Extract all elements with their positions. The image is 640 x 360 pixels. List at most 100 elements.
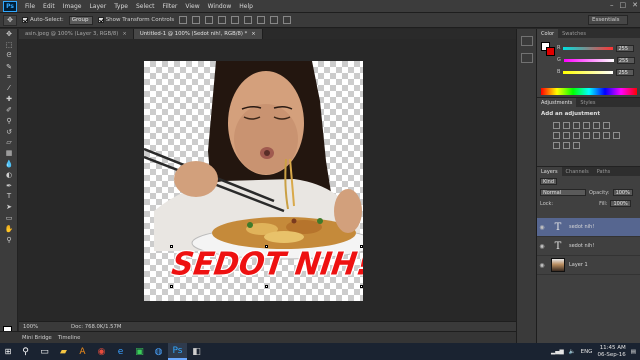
zoom-tool-icon[interactable]: ⚲: [0, 234, 18, 245]
properties-panel-icon[interactable]: [520, 53, 533, 63]
green-slider[interactable]: G 255: [557, 56, 637, 64]
lasso-tool-icon[interactable]: ᘓ: [0, 51, 18, 62]
transform-handle[interactable]: [360, 245, 363, 248]
eyedropper-tool-icon[interactable]: ⁄: [0, 83, 18, 94]
eye-icon[interactable]: ◉: [537, 243, 547, 250]
distribute-icon[interactable]: [270, 16, 279, 24]
clone-stamp-tool-icon[interactable]: ⚲: [0, 115, 18, 126]
color-lookup-icon[interactable]: [593, 132, 600, 139]
menu-select[interactable]: Select: [132, 3, 159, 10]
volume-icon[interactable]: 🔈: [569, 349, 576, 355]
dodge-tool-icon[interactable]: ◐: [0, 169, 18, 180]
distribute-icon[interactable]: [257, 16, 266, 24]
auto-select-dropdown[interactable]: Group: [68, 15, 93, 25]
transform-handle[interactable]: [265, 285, 268, 288]
workspace-dropdown[interactable]: Essentials: [588, 15, 628, 25]
menu-edit[interactable]: Edit: [39, 3, 59, 10]
tab-paths[interactable]: Paths: [593, 167, 615, 176]
quick-select-tool-icon[interactable]: ✎: [0, 61, 18, 72]
tab-adjustments[interactable]: Adjustments: [537, 98, 577, 107]
channel-mixer-icon[interactable]: [583, 132, 590, 139]
type-tool-icon[interactable]: T: [0, 191, 18, 202]
exposure-icon[interactable]: [583, 122, 590, 129]
hand-tool-icon[interactable]: ✋: [0, 223, 18, 234]
tab-mini-bridge[interactable]: Mini Bridge: [22, 335, 52, 341]
task-view-icon[interactable]: ▭: [35, 343, 54, 360]
eye-icon[interactable]: ◉: [537, 262, 547, 269]
path-select-tool-icon[interactable]: ➤: [0, 202, 18, 213]
close-icon[interactable]: ×: [251, 31, 255, 37]
hue-saturation-icon[interactable]: [603, 122, 610, 129]
eye-icon[interactable]: ◉: [537, 224, 547, 231]
align-middle-icon[interactable]: [192, 16, 201, 24]
posterize-icon[interactable]: [613, 132, 620, 139]
slider-value[interactable]: 255: [616, 44, 635, 52]
search-icon[interactable]: ⚲: [16, 343, 35, 360]
menu-filter[interactable]: Filter: [159, 3, 182, 10]
tab-swatches[interactable]: Swatches: [558, 29, 590, 38]
curves-icon[interactable]: [573, 122, 580, 129]
brightness-icon[interactable]: [553, 122, 560, 129]
maximize-button[interactable]: □: [620, 1, 627, 9]
auto-select-checkbox[interactable]: Auto-Select:: [22, 17, 64, 23]
slider-track[interactable]: [563, 58, 614, 62]
canvas-area[interactable]: SEDOT NIH!: [19, 39, 516, 320]
move-tool-icon[interactable]: ✥: [0, 29, 18, 40]
shape-tool-icon[interactable]: ▭: [0, 213, 18, 224]
blur-tool-icon[interactable]: 💧: [0, 159, 18, 170]
network-icon[interactable]: ▂▄▆: [551, 349, 564, 355]
tab-layers[interactable]: Layers: [537, 167, 562, 176]
align-left-icon[interactable]: [218, 16, 227, 24]
marquee-tool-icon[interactable]: ⬚: [0, 40, 18, 51]
photo-filter-icon[interactable]: [573, 132, 580, 139]
threshold-icon[interactable]: [553, 142, 560, 149]
transform-handle[interactable]: [360, 285, 363, 288]
fill-field[interactable]: 100%: [610, 200, 631, 207]
transform-handle[interactable]: [170, 245, 173, 248]
app-icon[interactable]: ◧: [187, 343, 206, 360]
align-top-icon[interactable]: [179, 16, 188, 24]
slider-value[interactable]: 255: [616, 56, 635, 64]
notifications-icon[interactable]: ▤: [631, 349, 636, 355]
show-transform-checkbox[interactable]: Show Transform Controls: [97, 17, 174, 23]
slider-track[interactable]: [563, 46, 614, 50]
layer-name[interactable]: sedot nih!: [569, 224, 594, 230]
layer-name[interactable]: Layer 1: [569, 262, 588, 268]
layer-row[interactable]: ◉ T sedot nih!: [537, 218, 640, 237]
invert-icon[interactable]: [603, 132, 610, 139]
tab-channels[interactable]: Channels: [562, 167, 593, 176]
vibrance-icon[interactable]: [593, 122, 600, 129]
close-button[interactable]: ✕: [632, 1, 638, 9]
transform-handle[interactable]: [265, 245, 268, 248]
tab-timeline[interactable]: Timeline: [58, 335, 81, 341]
pen-tool-icon[interactable]: ✒: [0, 180, 18, 191]
tab-styles[interactable]: Styles: [576, 98, 599, 107]
blue-slider[interactable]: B 255: [557, 68, 637, 76]
levels-icon[interactable]: [563, 122, 570, 129]
edge-icon[interactable]: e: [111, 343, 130, 360]
document-canvas[interactable]: SEDOT NIH!: [144, 61, 363, 301]
app-icon[interactable]: ◍: [149, 343, 168, 360]
black-white-icon[interactable]: [563, 132, 570, 139]
avast-icon[interactable]: A: [73, 343, 92, 360]
color-spectrum[interactable]: [541, 88, 637, 95]
red-slider[interactable]: R 255: [557, 44, 637, 52]
opacity-field[interactable]: 100%: [612, 189, 633, 196]
eraser-tool-icon[interactable]: ▱: [0, 137, 18, 148]
transform-handle[interactable]: [170, 285, 173, 288]
doc-tab-untitled[interactable]: Untitled-1 @ 100% (Sedot nih!, RGB/8) * ×: [133, 29, 263, 39]
brush-tool-icon[interactable]: ✐: [0, 105, 18, 116]
blend-mode-dropdown[interactable]: Normal: [540, 189, 586, 196]
menu-file[interactable]: File: [21, 3, 39, 10]
history-brush-tool-icon[interactable]: ↺: [0, 126, 18, 137]
menu-help[interactable]: Help: [235, 3, 257, 10]
windows-start-icon[interactable]: ⊞: [0, 343, 16, 360]
menu-view[interactable]: View: [181, 3, 203, 10]
slider-track[interactable]: [563, 70, 614, 74]
gradient-tool-icon[interactable]: ▦: [0, 148, 18, 159]
layer-row[interactable]: ◉ Layer 1: [537, 256, 640, 275]
selective-color-icon[interactable]: [573, 142, 580, 149]
move-tool-preset-icon[interactable]: ✥: [3, 14, 17, 26]
minimize-button[interactable]: –: [610, 1, 614, 9]
menu-window[interactable]: Window: [204, 3, 236, 10]
